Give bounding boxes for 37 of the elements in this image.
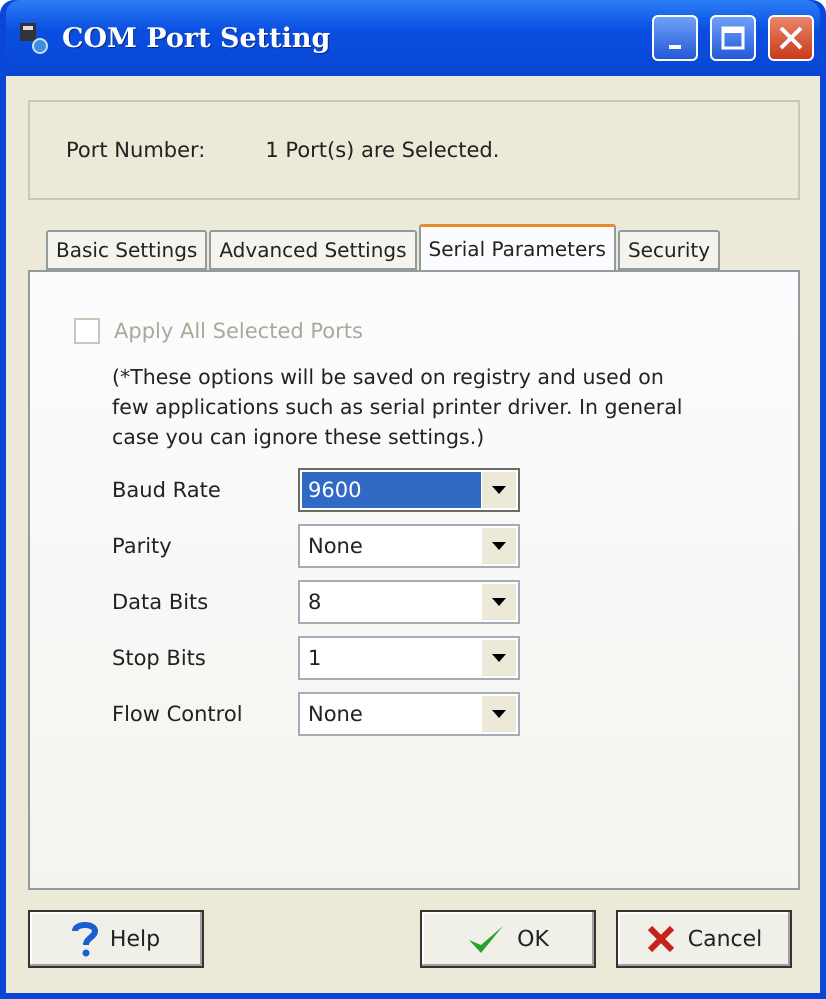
apply-all-label: Apply All Selected Ports — [114, 319, 363, 343]
close-button[interactable] — [768, 15, 814, 61]
dropdown-field[interactable]: None — [298, 524, 520, 568]
checkmark-icon — [467, 923, 506, 955]
minimize-icon — [669, 45, 681, 49]
window-title: COM Port Setting — [62, 22, 332, 54]
dropdown-field[interactable]: None — [298, 692, 520, 736]
minimize-button[interactable] — [652, 15, 698, 61]
question-mark-icon — [72, 921, 98, 957]
dropdown-arrow-icon — [492, 542, 506, 550]
note-text: (*These options will be saved on registry and used on few applications such as serial printer driver. In general case you can ignore these settings.) — [112, 364, 684, 451]
tab[interactable]: Serial Parameters — [418, 224, 616, 270]
dropdown-arrow-icon — [492, 710, 506, 718]
maximize-icon — [720, 25, 746, 51]
field-label: Flow Control — [112, 702, 244, 726]
field-label: Stop Bits — [112, 646, 207, 670]
port-number-label: Port Number: — [66, 138, 206, 162]
port-number-value: 1 Port(s) are Selected. — [265, 138, 500, 162]
dropdown-arrow-icon — [492, 598, 506, 606]
cancel-button[interactable]: Cancel — [616, 910, 792, 968]
dropdown-arrow-icon — [492, 486, 506, 494]
dropdown-field[interactable]: 1 — [298, 636, 520, 680]
tab[interactable]: Security — [618, 230, 720, 270]
dropdown-arrow-icon — [492, 654, 506, 662]
port-settings-icon — [18, 21, 50, 55]
close-icon — [646, 924, 676, 954]
field-label: Data Bits — [112, 590, 210, 614]
dropdown-field[interactable]: 9600 — [298, 468, 520, 512]
maximize-button[interactable] — [710, 15, 756, 61]
help-button[interactable]: Help — [28, 910, 204, 968]
close-icon — [777, 24, 805, 52]
field-label: Baud Rate — [112, 478, 222, 502]
ok-button[interactable]: OK — [420, 910, 596, 968]
dropdown-field[interactable]: 8 — [298, 580, 520, 624]
tab[interactable]: Basic Settings — [46, 230, 208, 270]
tab[interactable]: Advanced Settings — [209, 230, 417, 270]
field-label: Parity — [112, 534, 173, 558]
